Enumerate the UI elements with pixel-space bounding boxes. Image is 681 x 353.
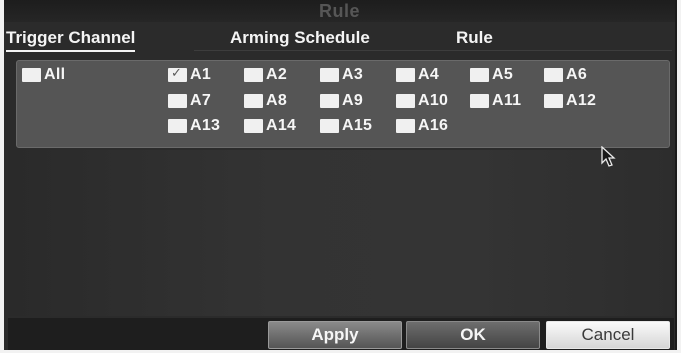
apply-button[interactable]: Apply	[268, 321, 402, 349]
checkbox-box[interactable]	[320, 94, 339, 108]
tab-rule[interactable]: Rule	[456, 28, 493, 48]
checkbox-all[interactable]: All	[22, 66, 66, 83]
checkbox-channel-label: A12	[566, 92, 597, 109]
checkbox-box[interactable]	[320, 68, 339, 82]
checkbox-box[interactable]	[168, 94, 187, 108]
tab-arming-schedule[interactable]: Arming Schedule	[230, 28, 370, 48]
checkbox-channel[interactable]: A7	[168, 92, 212, 109]
rule-dialog: Rule Trigger Channel Arming Schedule Rul…	[4, 0, 677, 350]
checkbox-all-label: All	[44, 66, 66, 83]
checkbox-box[interactable]	[544, 94, 563, 108]
tab-trigger-channel[interactable]: Trigger Channel	[6, 28, 136, 52]
checkbox-box[interactable]	[244, 119, 263, 133]
checkbox-box[interactable]	[470, 94, 489, 108]
mouse-pointer-icon	[601, 146, 616, 167]
dialog-title: Rule	[318, 1, 360, 21]
checkbox-box[interactable]	[396, 94, 415, 108]
checkbox-channel-label: A14	[266, 117, 297, 134]
checkbox-channel-label: A4	[418, 66, 440, 83]
checkbox-box[interactable]	[470, 68, 489, 82]
checkbox-channel[interactable]: A5	[470, 66, 514, 83]
checkbox-channel[interactable]: A14	[244, 117, 297, 134]
checkbox-box[interactable]	[396, 119, 415, 133]
checkbox-channel-label: A10	[418, 92, 449, 109]
title-bar: Rule	[4, 0, 675, 22]
checkbox-box[interactable]	[168, 119, 187, 133]
ok-button[interactable]: OK	[406, 321, 540, 349]
checkbox-channel-label: A11	[492, 92, 522, 109]
panel-body	[8, 150, 672, 316]
checkbox-channel[interactable]: A9	[320, 92, 364, 109]
checkbox-channel-label: A6	[566, 66, 588, 83]
checkbox-channel[interactable]: A16	[396, 117, 449, 134]
checkbox-channel-label: A8	[266, 92, 288, 109]
checkbox-channel[interactable]: A11	[470, 92, 522, 109]
checkbox-box[interactable]: ✓	[168, 65, 187, 82]
checkbox-channel-label: A3	[342, 66, 364, 83]
checkbox-box[interactable]	[244, 94, 263, 108]
checkbox-channel[interactable]: A4	[396, 66, 440, 83]
checkbox-channel[interactable]: A15	[320, 117, 373, 134]
checkbox-channel-label: A2	[266, 66, 288, 83]
checkbox-channel[interactable]: A13	[168, 117, 221, 134]
checkbox-box[interactable]	[244, 68, 263, 82]
checkbox-channel[interactable]: A6	[544, 66, 588, 83]
checkbox-channel-label: A13	[190, 117, 221, 134]
checkbox-channel[interactable]: A12	[544, 92, 597, 109]
checkbox-box[interactable]	[320, 119, 339, 133]
checkbox-box[interactable]	[396, 68, 415, 82]
checkbox-channel[interactable]: ✓ A1	[168, 65, 212, 83]
tab-divider	[194, 50, 672, 51]
checkbox-channel[interactable]: A8	[244, 92, 288, 109]
checkbox-channel-label: A9	[342, 92, 364, 109]
checkbox-box[interactable]	[22, 68, 41, 82]
checkbox-channel[interactable]: A3	[320, 66, 364, 83]
checkbox-channel-label: A15	[342, 117, 373, 134]
checkbox-channel[interactable]: A10	[396, 92, 449, 109]
cancel-button[interactable]: Cancel	[546, 321, 670, 349]
checkbox-channel[interactable]: A2	[244, 66, 288, 83]
checkbox-channel-label: A7	[190, 92, 212, 109]
checkbox-box[interactable]	[544, 68, 563, 82]
checkbox-channel-label: A16	[418, 117, 449, 134]
tab-bar: Trigger Channel Arming Schedule Rule	[4, 24, 675, 54]
checkbox-channel-label: A1	[190, 66, 212, 83]
checkbox-channel-label: A5	[492, 66, 514, 83]
check-icon: ✓	[171, 65, 182, 80]
